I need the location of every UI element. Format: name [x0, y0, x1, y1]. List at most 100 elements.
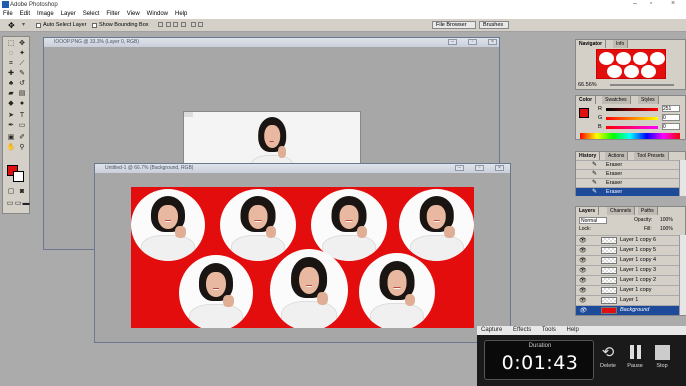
- move-tool-icon[interactable]: ✥: [17, 39, 27, 48]
- menu-layer[interactable]: Layer: [61, 11, 76, 17]
- notes-tool-icon[interactable]: ▣: [6, 133, 16, 142]
- menu-filter[interactable]: Filter: [106, 11, 119, 17]
- restore-button[interactable]: ▫: [644, 0, 658, 7]
- align-left-icon[interactable]: [181, 22, 187, 27]
- document-window-front[interactable]: Untitled-1 @ 66.7% (Background, RGB) – ▫…: [94, 163, 511, 343]
- magic-wand-tool-icon[interactable]: ✦: [17, 49, 27, 58]
- history-scrollbar[interactable]: [679, 160, 686, 196]
- tab-actions[interactable]: Actions: [605, 152, 629, 160]
- standard-mode-icon[interactable]: ▢: [6, 187, 16, 196]
- tab-styles[interactable]: Styles: [638, 96, 659, 104]
- lasso-tool-icon[interactable]: ◌: [6, 49, 16, 58]
- eyedropper-tool-icon[interactable]: ✐: [17, 133, 27, 142]
- menu-help[interactable]: Help: [175, 11, 187, 17]
- close-button[interactable]: ×: [666, 0, 680, 7]
- recorder-menu-effects[interactable]: Effects: [513, 327, 531, 333]
- tab-channels[interactable]: Channels: [607, 207, 636, 215]
- layer-row[interactable]: 👁 Layer 1 copy 6: [576, 235, 679, 245]
- history-item-selected[interactable]: ✎ Eraser: [576, 187, 679, 196]
- g-value[interactable]: 0: [662, 114, 680, 121]
- tab-color[interactable]: Color: [576, 96, 597, 104]
- align-bottom-icon[interactable]: [173, 22, 179, 27]
- menu-window[interactable]: Window: [147, 11, 168, 17]
- layer-row[interactable]: 👁 Layer 1 copy 3: [576, 265, 679, 275]
- stop-button[interactable]: Stop: [650, 343, 674, 369]
- history-item[interactable]: ✎ Eraser: [576, 160, 679, 169]
- brush-tool-icon[interactable]: ✎: [17, 69, 27, 78]
- navigator-preview[interactable]: [596, 49, 666, 79]
- tab-layers[interactable]: Layers: [576, 207, 600, 215]
- fill-value[interactable]: 100%: [660, 226, 673, 232]
- clone-stamp-icon[interactable]: ♣: [6, 79, 16, 88]
- pen-tool-icon[interactable]: ✒: [6, 121, 16, 130]
- history-item[interactable]: ✎ Eraser: [576, 178, 679, 187]
- menu-image[interactable]: Image: [37, 11, 54, 17]
- brushes-tab[interactable]: Brushes: [479, 21, 509, 29]
- color-fg-swatch[interactable]: [579, 108, 589, 118]
- document-back-titlebar[interactable]: IOOOP.PNG @ 33.3% (Layer 0, RGB) – ▫ ×: [44, 38, 499, 47]
- tab-swatches[interactable]: Swatches: [602, 96, 631, 104]
- layer-row[interactable]: 👁 Layer 1 copy: [576, 285, 679, 295]
- opacity-value[interactable]: 100%: [660, 217, 673, 223]
- show-bounding-box-option[interactable]: Show Bounding Box: [92, 22, 149, 28]
- layer-row-background[interactable]: 👁 Background: [576, 305, 679, 315]
- doc-front-close[interactable]: ×: [495, 165, 504, 171]
- tab-paths[interactable]: Paths: [638, 207, 658, 215]
- menu-select[interactable]: Select: [83, 11, 100, 17]
- history-item[interactable]: ✎ Eraser: [576, 169, 679, 178]
- r-slider[interactable]: [606, 108, 658, 111]
- minimize-button[interactable]: –: [628, 0, 642, 7]
- dodge-tool-icon[interactable]: ●: [17, 99, 27, 108]
- doc-front-minimize[interactable]: –: [455, 165, 464, 171]
- layer-row[interactable]: 👁 Layer 1 copy 2: [576, 275, 679, 285]
- slice-tool-icon[interactable]: ⟋: [17, 59, 27, 68]
- eraser-tool-icon[interactable]: ▰: [6, 89, 16, 98]
- move-tool-icon[interactable]: ✥: [8, 21, 15, 30]
- color-ramp[interactable]: [580, 133, 680, 139]
- navigator-zoom-value[interactable]: 66.56%: [578, 82, 597, 88]
- photo-canvas[interactable]: [183, 111, 361, 167]
- b-value[interactable]: 0: [662, 123, 680, 130]
- gradient-tool-icon[interactable]: ▤: [17, 89, 27, 98]
- eye-icon[interactable]: 👁: [579, 307, 587, 316]
- doc-back-maximize[interactable]: ▫: [468, 39, 477, 45]
- r-value[interactable]: 251: [662, 105, 680, 112]
- auto-select-checkbox[interactable]: [36, 22, 41, 28]
- tab-navigator[interactable]: Navigator: [576, 40, 607, 48]
- screen-mode-full-icon[interactable]: ▬: [21, 199, 31, 208]
- recorder-menu-capture[interactable]: Capture: [481, 327, 502, 333]
- align-center-icon[interactable]: [190, 22, 196, 27]
- doc-front-maximize[interactable]: ▫: [475, 165, 484, 171]
- doc-back-minimize[interactable]: –: [448, 39, 457, 45]
- shape-tool-icon[interactable]: ▭: [17, 121, 27, 130]
- crop-tool-icon[interactable]: ⌗: [6, 59, 16, 68]
- marquee-tool-icon[interactable]: ⬚: [6, 39, 16, 48]
- quick-mask-icon[interactable]: ◙: [17, 187, 27, 196]
- history-brush-icon[interactable]: ↺: [17, 79, 27, 88]
- align-middle-icon[interactable]: [165, 22, 171, 27]
- collage-canvas[interactable]: [131, 187, 474, 328]
- hand-tool-icon[interactable]: ✋: [6, 143, 16, 152]
- b-slider[interactable]: [606, 126, 658, 129]
- chevron-down-icon[interactable]: ▾: [22, 21, 25, 28]
- path-select-icon[interactable]: ➤: [6, 111, 16, 120]
- tab-history[interactable]: History: [576, 152, 601, 160]
- doc-back-close[interactable]: ×: [488, 39, 497, 45]
- background-color-swatch[interactable]: [13, 171, 24, 182]
- type-tool-icon[interactable]: T: [17, 111, 27, 120]
- menu-edit[interactable]: Edit: [20, 11, 30, 17]
- pause-button[interactable]: Pause: [623, 343, 647, 369]
- zoom-tool-icon[interactable]: ⚲: [17, 143, 27, 152]
- healing-brush-icon[interactable]: ✚: [6, 69, 16, 78]
- menu-file[interactable]: File: [3, 11, 13, 17]
- layer-row[interactable]: 👁 Layer 1 copy 5: [576, 245, 679, 255]
- menu-view[interactable]: View: [127, 11, 140, 17]
- delete-button[interactable]: ⟲ Delete: [596, 343, 620, 369]
- align-top-icon[interactable]: [158, 22, 163, 27]
- auto-select-layer-option[interactable]: Auto Select Layer: [36, 22, 86, 28]
- tab-info[interactable]: Info: [613, 40, 629, 48]
- align-right-icon[interactable]: [198, 22, 204, 27]
- document-front-titlebar[interactable]: Untitled-1 @ 66.7% (Background, RGB) – ▫…: [95, 164, 510, 173]
- recorder-menu-help[interactable]: Help: [567, 327, 579, 333]
- blend-mode-select[interactable]: Normal: [579, 217, 607, 224]
